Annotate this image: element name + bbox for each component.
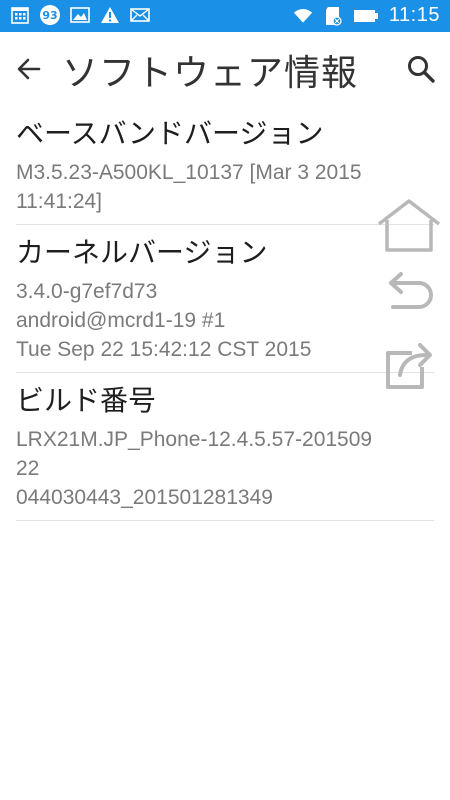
status-system: 11:15	[293, 4, 440, 27]
warning-icon	[100, 5, 120, 25]
mail-icon	[130, 5, 150, 25]
item-value-line: 044030443_201501281349	[16, 486, 273, 509]
float-share-button[interactable]	[376, 336, 442, 396]
app-bar: ソフトウェア情報	[0, 32, 450, 106]
search-button[interactable]	[404, 52, 438, 86]
status-bar: 93 11:15	[0, 0, 450, 32]
arrow-left-icon	[17, 58, 41, 80]
search-icon	[408, 56, 435, 83]
item-title: カーネルバージョン	[16, 236, 268, 269]
float-back-button[interactable]	[376, 266, 442, 326]
notification-count-badge: 93	[40, 5, 60, 25]
list-item-baseband[interactable]: ベースバンドバージョン M3.5.23-A500KL_10137 [Mar 3 …	[16, 106, 434, 225]
list-item-kernel[interactable]: カーネルバージョン 3.4.0-g7ef7d73 android@mcrd1-1…	[16, 225, 434, 373]
item-value-line: android@mcrd1-19 #1	[16, 309, 226, 332]
item-value-line: 11:41:24]	[16, 190, 103, 213]
page-title: ソフトウェア情報	[62, 53, 359, 94]
float-home-button[interactable]	[376, 196, 442, 256]
item-title: ビルド番号	[16, 384, 157, 417]
item-value-line: LRX21M.JP_Phone-12.4.5.57-201509	[16, 428, 373, 451]
item-value-line: 3.4.0-g7ef7d73	[16, 280, 158, 303]
status-notifications: 93	[10, 5, 150, 25]
home-icon	[377, 199, 441, 252]
item-title: ベースバンドバージョン	[16, 117, 324, 150]
share-icon	[386, 343, 432, 389]
calendar-icon	[10, 5, 30, 25]
floating-controls	[376, 196, 442, 406]
wifi-icon	[293, 6, 313, 26]
sd-card-icon	[323, 6, 343, 26]
clock: 11:15	[388, 4, 440, 26]
item-value-line: 22	[16, 457, 40, 480]
back-button[interactable]	[12, 52, 46, 86]
battery-icon	[353, 6, 379, 26]
list-item-build-number[interactable]: ビルド番号 LRX21M.JP_Phone-12.4.5.57-201509 2…	[16, 373, 434, 521]
back-icon	[389, 272, 433, 309]
item-value-line: Tue Sep 22 15:42:12 CST 2015	[16, 338, 312, 361]
image-icon	[70, 5, 90, 25]
item-value-line: M3.5.23-A500KL_10137 [Mar 3 2015	[16, 161, 362, 184]
